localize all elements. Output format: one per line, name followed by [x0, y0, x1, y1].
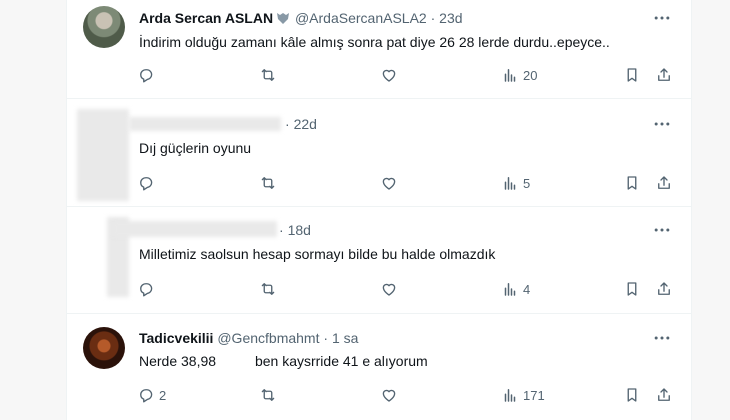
tweet-actions: 4	[137, 278, 677, 300]
timestamp[interactable]: 22d	[294, 116, 317, 132]
user-handle[interactable]: @Gencfbmahmt	[217, 330, 319, 346]
tweet-header: Arda Sercan ASLAN @ArdaSercanASLA2 · 23d	[139, 10, 463, 26]
like-icon	[380, 386, 398, 404]
timestamp[interactable]: 18d	[288, 222, 311, 238]
more-icon[interactable]	[651, 221, 673, 239]
more-icon[interactable]	[651, 9, 673, 27]
like-button[interactable]	[380, 384, 402, 406]
share-icon	[655, 66, 673, 84]
views-icon	[501, 66, 519, 84]
retweet-button[interactable]	[259, 64, 281, 86]
view-count: 20	[523, 67, 538, 83]
avatar[interactable]	[83, 327, 125, 369]
share-icon	[655, 386, 673, 404]
bookmark-icon	[623, 66, 641, 84]
tweet-item[interactable]: · 22d Dıj güçlerin oyunu 5	[67, 99, 691, 207]
more-icon[interactable]	[651, 329, 673, 347]
share-button[interactable]	[655, 384, 673, 406]
tweet-header: · 22d	[285, 116, 317, 132]
bookmark-icon	[623, 386, 641, 404]
bookmark-button[interactable]	[623, 172, 641, 194]
timestamp[interactable]: 23d	[439, 10, 462, 26]
timestamp[interactable]: 1 sa	[332, 330, 358, 346]
tweet-header: · 18d	[279, 222, 311, 238]
view-count: 4	[523, 281, 531, 297]
tweet-actions: 2 171	[137, 384, 677, 406]
share-button[interactable]	[655, 172, 673, 194]
tweet-header: Tadicvekilii @Gencfbmahmt · 1 sa	[139, 330, 359, 346]
tweet-actions: 20	[137, 64, 677, 86]
redacted-name	[129, 117, 281, 131]
views-icon	[501, 174, 519, 192]
display-name[interactable]: Tadicvekilii	[139, 330, 213, 346]
tweet-item[interactable]: Tadicvekilii @Gencfbmahmt · 1 sa Nerde 3…	[67, 314, 691, 420]
display-name[interactable]: Arda Sercan ASLAN	[139, 10, 273, 26]
retweet-icon	[259, 66, 277, 84]
retweet-icon	[259, 386, 277, 404]
bookmark-icon	[623, 280, 641, 298]
like-button[interactable]	[380, 172, 402, 194]
views-icon	[501, 386, 519, 404]
reply-button[interactable]: 2	[137, 384, 166, 406]
reply-count: 2	[159, 387, 167, 403]
like-button[interactable]	[380, 278, 402, 300]
retweet-button[interactable]	[259, 278, 281, 300]
tweet-text: Milletimiz saolsun hesap sormayı bilde b…	[139, 246, 496, 262]
views-button[interactable]: 4	[501, 278, 530, 300]
tweet-actions: 5	[137, 172, 677, 194]
like-icon	[380, 174, 398, 192]
tweet-item[interactable]: · 18d Milletimiz saolsun hesap sormayı b…	[67, 207, 691, 314]
view-count: 171	[523, 387, 545, 403]
tweet-text: Dıj güçlerin oyunu	[139, 140, 252, 156]
like-button[interactable]	[380, 64, 402, 86]
share-button[interactable]	[655, 278, 673, 300]
reply-feed: Arda Sercan ASLAN @ArdaSercanASLA2 · 23d…	[66, 0, 692, 420]
bookmark-button[interactable]	[623, 278, 641, 300]
views-icon	[501, 280, 519, 298]
more-icon[interactable]	[651, 115, 673, 133]
share-icon	[655, 174, 673, 192]
bookmark-button[interactable]	[623, 384, 641, 406]
reply-button[interactable]	[137, 278, 159, 300]
retweet-icon	[259, 174, 277, 192]
tweet-item[interactable]: Arda Sercan ASLAN @ArdaSercanASLA2 · 23d…	[67, 0, 691, 99]
bookmark-icon	[623, 174, 641, 192]
like-icon	[380, 66, 398, 84]
redacted-name	[113, 221, 277, 237]
reply-icon	[137, 386, 155, 404]
views-button[interactable]: 20	[501, 64, 537, 86]
avatar[interactable]	[83, 6, 125, 48]
reply-icon	[137, 66, 155, 84]
reply-button[interactable]	[137, 172, 159, 194]
views-button[interactable]: 5	[501, 172, 530, 194]
views-button[interactable]: 171	[501, 384, 545, 406]
reply-button[interactable]	[137, 64, 159, 86]
reply-icon	[137, 174, 155, 192]
retweet-button[interactable]	[259, 172, 281, 194]
tweet-text: İndirim olduğu zamanı kâle almış sonra p…	[139, 34, 610, 50]
tweet-text: Nerde 38,98 ben kaysrride 41 e alıyorum	[139, 353, 428, 369]
badge-icon	[277, 13, 290, 24]
share-icon	[655, 280, 673, 298]
retweet-button[interactable]	[259, 384, 281, 406]
user-handle[interactable]: @ArdaSercanASLA2	[295, 10, 427, 26]
like-icon	[380, 280, 398, 298]
retweet-icon	[259, 280, 277, 298]
bookmark-button[interactable]	[623, 64, 641, 86]
share-button[interactable]	[655, 64, 673, 86]
reply-icon	[137, 280, 155, 298]
avatar[interactable]	[77, 109, 129, 201]
view-count: 5	[523, 175, 531, 191]
